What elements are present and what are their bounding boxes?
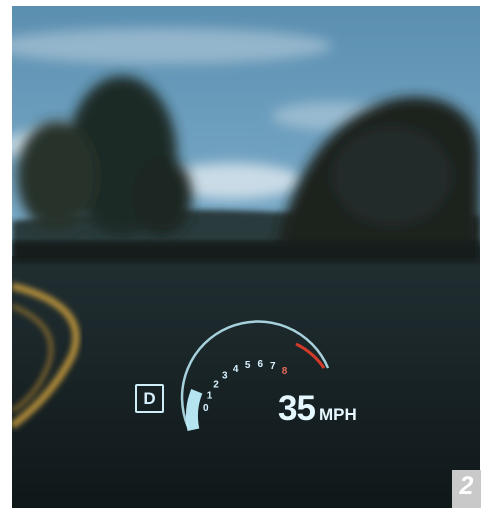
- tach-level-bar: [185, 388, 203, 431]
- tach-tick-6: 6: [258, 359, 264, 370]
- gear-label: D: [143, 389, 156, 408]
- speed-readout: 35 MPH: [278, 389, 357, 429]
- gear-indicator: D: [135, 384, 164, 413]
- tach-tick-5: 5: [245, 360, 251, 371]
- figure-number-badge: 2: [452, 470, 481, 508]
- road-hud-photo: 012345678 D 35 MPH: [12, 6, 480, 508]
- tach-tick-2: 2: [213, 380, 219, 391]
- speed-value: 35: [278, 389, 316, 428]
- tach-tick-1: 1: [207, 391, 213, 402]
- road-scene: 01234 5 6 7 8: [12, 6, 480, 508]
- tach-tick-4: 4: [233, 364, 239, 375]
- tach-tick-7: 7: [270, 361, 276, 372]
- tach-tick-0: 0: [203, 403, 209, 414]
- tach-tick-8: 8: [282, 366, 288, 377]
- road: [12, 246, 480, 508]
- figure-number: 2: [459, 472, 474, 500]
- tach-tick-3: 3: [222, 371, 228, 382]
- speed-unit: MPH: [318, 405, 357, 424]
- roadside: [12, 241, 480, 263]
